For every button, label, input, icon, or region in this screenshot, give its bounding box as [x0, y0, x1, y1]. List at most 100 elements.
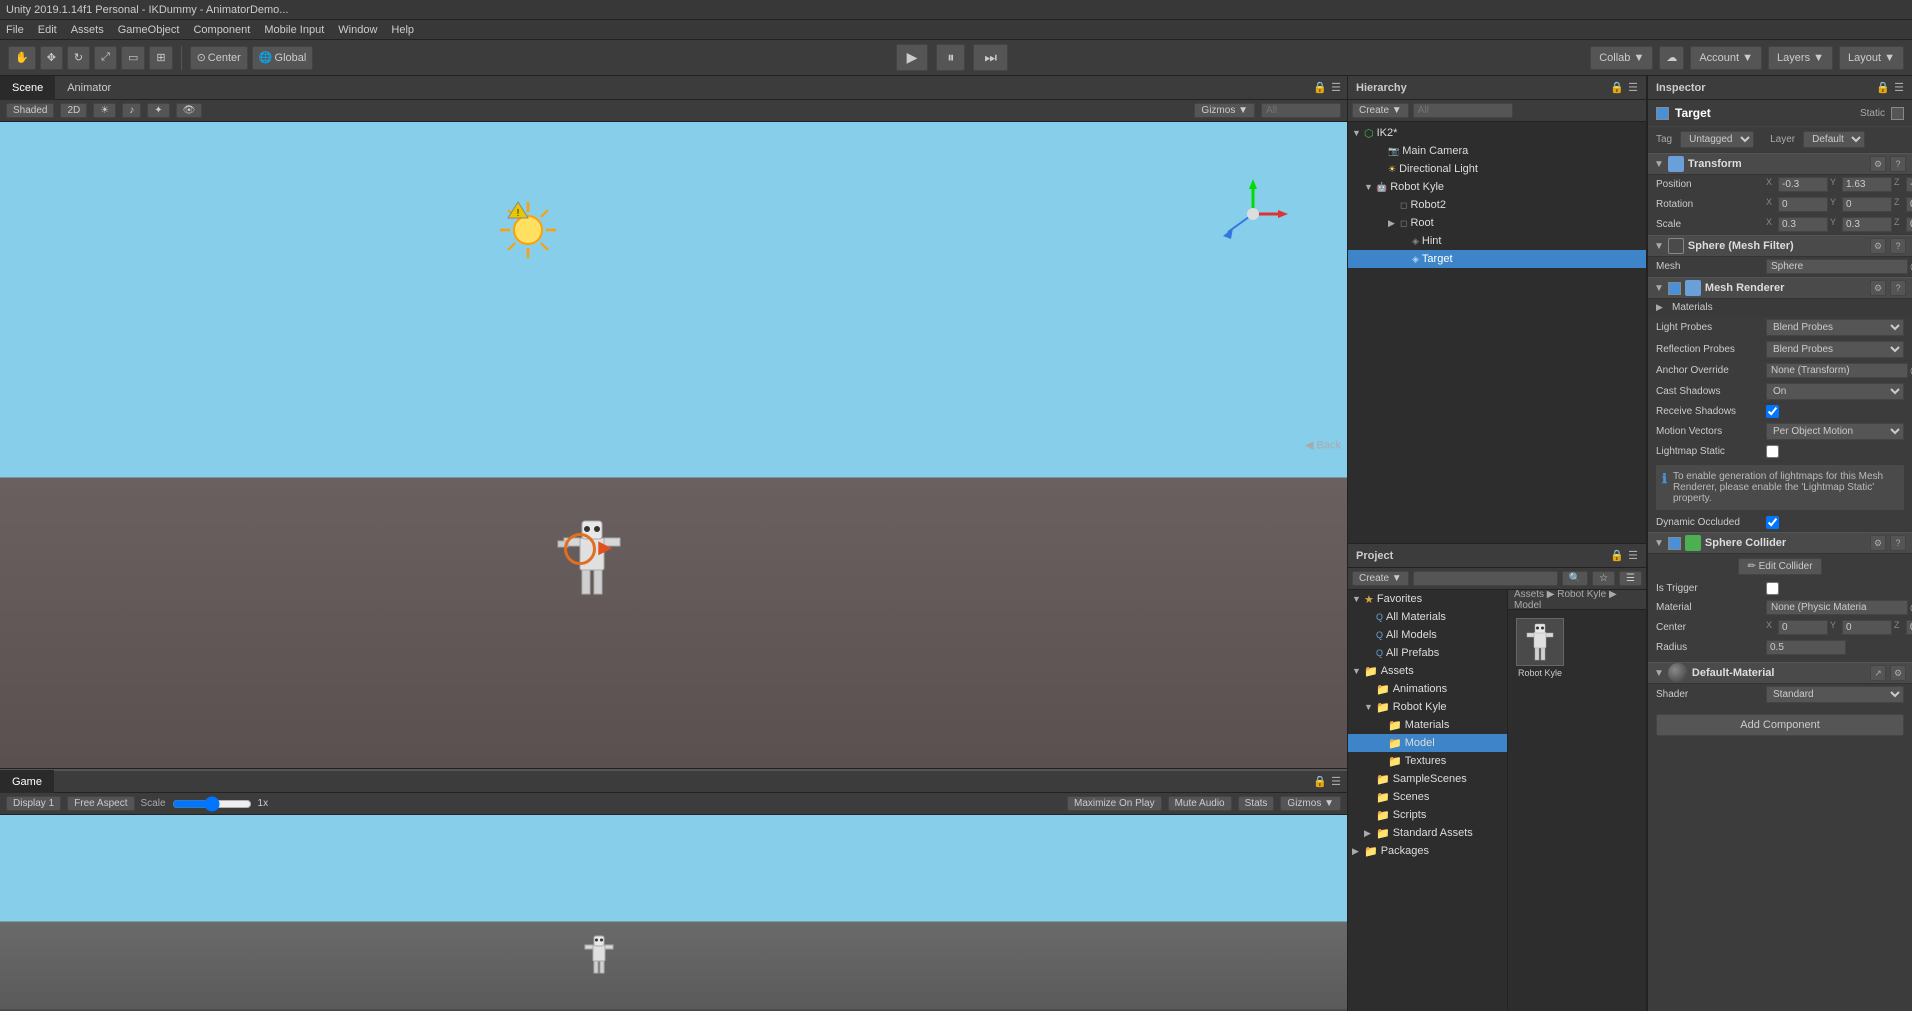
- mf-settings-icon[interactable]: ⚙: [1870, 238, 1886, 254]
- proj-create-btn[interactable]: Create ▼: [1352, 571, 1409, 586]
- static-checkbox[interactable]: [1891, 107, 1904, 120]
- scale-slider[interactable]: [172, 796, 252, 812]
- proj-all-materials[interactable]: Q All Materials: [1348, 608, 1507, 626]
- play-button[interactable]: ▶: [896, 44, 929, 71]
- back-button[interactable]: ◀ Back: [1305, 439, 1341, 452]
- scale-x[interactable]: [1778, 217, 1828, 232]
- hierarchy-item-robotkyle[interactable]: ▼ 🤖 Robot Kyle: [1348, 178, 1646, 196]
- hierarchy-item-robot2[interactable]: ◻ Robot2: [1348, 196, 1646, 214]
- mute-audio[interactable]: Mute Audio: [1168, 796, 1232, 811]
- proj-materials[interactable]: 📁 Materials: [1348, 716, 1507, 734]
- game-menu-icon[interactable]: ☰: [1331, 775, 1341, 788]
- center-x[interactable]: [1778, 620, 1828, 635]
- proj-search[interactable]: [1413, 571, 1558, 586]
- center-z[interactable]: [1906, 620, 1912, 635]
- menu-window[interactable]: Window: [338, 24, 377, 36]
- menu-unity[interactable]: Unity 2019.1.14f1 Personal - IKDummy - A…: [6, 4, 288, 16]
- hierarchy-scene-root[interactable]: ▼ ⬡ IK2*: [1348, 124, 1646, 142]
- rs-checkbox[interactable]: [1766, 405, 1779, 418]
- rotation-y[interactable]: [1842, 197, 1892, 212]
- materials-arrow[interactable]: ▶: [1656, 302, 1668, 313]
- mr-enabled[interactable]: [1668, 282, 1681, 295]
- proj-model[interactable]: 📁 Model: [1348, 734, 1507, 752]
- hier-create-btn[interactable]: Create ▼: [1352, 103, 1409, 118]
- edit-collider-button[interactable]: ✏ Edit Collider: [1738, 558, 1821, 575]
- menu-component[interactable]: Component: [193, 24, 250, 36]
- menu-mobile-input[interactable]: Mobile Input: [264, 24, 324, 36]
- proj-favorites[interactable]: ▼ ★ Favorites: [1348, 590, 1507, 608]
- mat-settings-icon[interactable]: ⚙: [1890, 665, 1906, 681]
- mat-goto-icon[interactable]: ↗: [1870, 665, 1886, 681]
- cs-select[interactable]: On: [1766, 383, 1904, 400]
- col-settings-icon[interactable]: ⚙: [1870, 535, 1886, 551]
- proj-robot-kyle-item[interactable]: Robot Kyle: [1516, 618, 1564, 678]
- pm-value[interactable]: [1766, 600, 1908, 615]
- move-tool[interactable]: ✥: [40, 46, 63, 70]
- hierarchy-item-dirlight[interactable]: ☀ Directional Light: [1348, 160, 1646, 178]
- is-trigger-checkbox[interactable]: [1766, 582, 1779, 595]
- insp-lock-icon[interactable]: 🔒: [1876, 81, 1890, 94]
- aspect-dropdown[interactable]: Free Aspect: [67, 796, 134, 811]
- hierarchy-item-root[interactable]: ▶ ◻ Root: [1348, 214, 1646, 232]
- audio-btn[interactable]: ♪: [122, 103, 141, 118]
- menu-file[interactable]: File: [6, 24, 24, 36]
- object-active-checkbox[interactable]: [1656, 107, 1669, 120]
- lights-btn[interactable]: ☀: [93, 103, 116, 118]
- center-button[interactable]: ⊙ Center: [190, 46, 248, 70]
- game-canvas[interactable]: [0, 815, 1347, 1009]
- step-button[interactable]: ⏭: [973, 44, 1008, 71]
- hier-menu-icon[interactable]: ☰: [1628, 81, 1638, 94]
- proj-menu-icon[interactable]: ☰: [1628, 549, 1638, 562]
- tab-scene[interactable]: Scene: [0, 76, 55, 100]
- proj-all-models[interactable]: Q All Models: [1348, 626, 1507, 644]
- menu-icon[interactable]: ☰: [1331, 81, 1341, 94]
- col-enabled[interactable]: [1668, 537, 1681, 550]
- tag-dropdown[interactable]: Untagged: [1680, 131, 1754, 148]
- rotation-z[interactable]: [1906, 197, 1912, 212]
- hierarchy-item-target[interactable]: ◈ Target: [1348, 250, 1646, 268]
- ls-checkbox[interactable]: [1766, 445, 1779, 458]
- hidden-btn[interactable]: 👁: [176, 103, 203, 118]
- menu-edit[interactable]: Edit: [38, 24, 57, 36]
- menu-assets[interactable]: Assets: [71, 24, 104, 36]
- menu-help[interactable]: Help: [391, 24, 414, 36]
- stats-btn[interactable]: Stats: [1238, 796, 1275, 811]
- maximize-on-play[interactable]: Maximize On Play: [1067, 796, 1162, 811]
- proj-animations[interactable]: 📁 Animations: [1348, 680, 1507, 698]
- game-lock-icon[interactable]: 🔒: [1313, 775, 1327, 788]
- account-button[interactable]: Account ▼: [1690, 46, 1762, 70]
- hier-lock-icon[interactable]: 🔒: [1610, 81, 1624, 94]
- proj-robot-kyle[interactable]: ▼ 📁 Robot Kyle: [1348, 698, 1507, 716]
- col-help-icon[interactable]: ?: [1890, 535, 1906, 551]
- proj-standard-assets[interactable]: ▶ 📁 Standard Assets: [1348, 824, 1507, 842]
- proj-search-btn[interactable]: 🔍: [1562, 571, 1588, 586]
- gizmos-btn[interactable]: Gizmos ▼: [1194, 103, 1255, 118]
- transform-settings-icon[interactable]: ⚙: [1870, 156, 1886, 172]
- scale-tool[interactable]: ⤢: [94, 46, 117, 70]
- pause-button[interactable]: ⏸: [936, 44, 965, 71]
- hierarchy-item-maincamera[interactable]: 📷 Main Camera: [1348, 142, 1646, 160]
- material-header[interactable]: ▼ Default-Material ↗ ⚙: [1648, 662, 1912, 684]
- shader-select[interactable]: Standard: [1766, 686, 1904, 703]
- layers-button[interactable]: Layers ▼: [1768, 46, 1833, 70]
- rotate-tool[interactable]: ↻: [67, 46, 90, 70]
- cloud-button[interactable]: ☁: [1659, 46, 1684, 70]
- global-button[interactable]: 🌐 Global: [252, 46, 314, 70]
- do-checkbox[interactable]: [1766, 516, 1779, 529]
- lock-icon[interactable]: 🔒: [1313, 81, 1327, 94]
- hierarchy-item-hint[interactable]: ◈ Hint: [1348, 232, 1646, 250]
- hand-tool[interactable]: ✋: [8, 46, 36, 70]
- transform-component-header[interactable]: ▼ Transform ⚙ ?: [1648, 153, 1912, 175]
- proj-packages[interactable]: ▶ 📁 Packages: [1348, 842, 1507, 860]
- add-component-button[interactable]: Add Component: [1656, 714, 1904, 736]
- rotation-x[interactable]: [1778, 197, 1828, 212]
- proj-all-prefabs[interactable]: Q All Prefabs: [1348, 644, 1507, 662]
- center-y[interactable]: [1842, 620, 1892, 635]
- ao-value[interactable]: [1766, 363, 1908, 378]
- collab-button[interactable]: Collab ▼: [1590, 46, 1653, 70]
- transform-help-icon[interactable]: ?: [1890, 156, 1906, 172]
- position-x[interactable]: [1778, 177, 1828, 192]
- insp-menu-icon[interactable]: ☰: [1894, 81, 1904, 94]
- menu-gameobject[interactable]: GameObject: [118, 24, 180, 36]
- multi-tool[interactable]: ⊞: [149, 46, 172, 70]
